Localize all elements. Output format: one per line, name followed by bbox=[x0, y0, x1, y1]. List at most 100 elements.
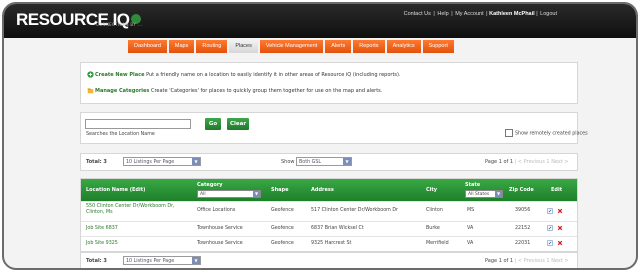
chevron-down-icon: ▼ bbox=[495, 191, 502, 197]
location-name-link[interactable]: 550 Clinton Center Dr/Workboom Dr, Clint… bbox=[86, 204, 175, 215]
shape-cell: Geofence bbox=[271, 241, 294, 246]
zip-cell: 22031 bbox=[515, 241, 531, 246]
state-cell: MS bbox=[467, 208, 475, 213]
tab-reports[interactable]: Reports bbox=[353, 40, 385, 53]
tab-places[interactable]: Places bbox=[229, 40, 258, 53]
zip-cell: 39056 bbox=[515, 208, 531, 213]
delete-icon[interactable] bbox=[557, 225, 563, 231]
delete-icon[interactable] bbox=[557, 240, 563, 246]
contact-us-link[interactable]: Contact Us bbox=[404, 11, 431, 17]
pagination: Page 1 of 1 | < Previous 1 Next > bbox=[485, 159, 569, 165]
clear-button[interactable]: Clear bbox=[227, 118, 249, 130]
city-cell: Clinton bbox=[426, 208, 443, 213]
state-cell: VA bbox=[467, 226, 474, 231]
bottom-list-toolbar: Total: 3 10 Listings Per Page ▼ Page 1 of… bbox=[80, 252, 578, 268]
per-page-select[interactable]: 10 Listings Per Page ▼ bbox=[123, 157, 201, 166]
col-zip-code[interactable]: Zip Code bbox=[509, 187, 534, 193]
zip-cell: 22152 bbox=[515, 226, 531, 231]
remote-places-toggle[interactable]: Show remotely created places bbox=[505, 129, 588, 137]
category-filter-select[interactable]: All ▼ bbox=[197, 190, 261, 198]
col-shape[interactable]: Shape bbox=[271, 187, 289, 193]
page-nav-links[interactable]: | < Previous 1 Next > bbox=[515, 258, 569, 264]
edit-icon[interactable] bbox=[547, 240, 553, 246]
col-edit: Edit bbox=[551, 187, 563, 193]
address-cell: 517 Clinton Center Dr/Workboom Dr bbox=[311, 208, 398, 213]
city-cell: Merrifield bbox=[426, 241, 449, 246]
col-location-name[interactable]: Location Name (Edit) bbox=[86, 187, 145, 193]
shape-cell: Geofence bbox=[271, 208, 294, 213]
logout-link[interactable]: Logout bbox=[540, 11, 557, 17]
manage-categories-link[interactable]: Manage Categories bbox=[95, 88, 149, 94]
create-place-description: Put a friendly name on a location to eas… bbox=[146, 72, 401, 78]
chevron-down-icon: ▼ bbox=[192, 257, 200, 264]
col-category[interactable]: Category bbox=[197, 182, 223, 188]
table-header: Location Name (Edit) Category All ▼ Shape… bbox=[81, 179, 577, 201]
per-page-value: 10 Listings Per Page bbox=[126, 259, 175, 264]
go-button[interactable]: Go bbox=[205, 118, 221, 130]
remote-places-label: Show remotely created places bbox=[515, 131, 588, 137]
col-city[interactable]: City bbox=[426, 187, 437, 193]
manage-categories-description: Create 'Categories' for places to quickl… bbox=[150, 88, 383, 94]
logo-tagline: CONNECTIONS BY ... bbox=[96, 22, 143, 27]
user-name: Kathleen McPhail bbox=[489, 11, 535, 17]
address-cell: 9325 Harcrest St bbox=[311, 241, 352, 246]
category-cell: Office Locations bbox=[197, 208, 236, 213]
top-header: RESOURCE IQ CONNECTIONS BY ... Contact U… bbox=[4, 4, 636, 38]
places-table: Location Name (Edit) Category All ▼ Shape… bbox=[80, 178, 578, 252]
search-caption: Searches the Location Name bbox=[86, 132, 155, 137]
state-cell: VA bbox=[467, 241, 474, 246]
category-cell: Townhouse Service bbox=[197, 226, 243, 231]
city-cell: Burke bbox=[426, 226, 440, 231]
main-nav: Dashboard Maps Routing Places Vehicle Ma… bbox=[128, 40, 454, 53]
my-account-link[interactable]: My Account bbox=[455, 11, 483, 17]
address-cell: 6837 Brian Wicksel Ct bbox=[311, 226, 364, 231]
add-place-icon bbox=[87, 71, 94, 78]
page-nav-links[interactable]: | < Previous 1 Next > bbox=[515, 159, 569, 165]
category-cell: Townhouse Service bbox=[197, 241, 243, 246]
tab-vehicle-management[interactable]: Vehicle Management bbox=[259, 40, 324, 53]
delete-icon[interactable] bbox=[557, 208, 563, 214]
per-page-select[interactable]: 10 Listings Per Page ▼ bbox=[123, 256, 201, 265]
tab-routing[interactable]: Routing bbox=[196, 40, 228, 53]
edit-icon[interactable] bbox=[547, 225, 553, 231]
user-links: Contact Us | Help | My Account | Kathlee… bbox=[403, 11, 557, 17]
state-filter-select[interactable]: All States ▼ bbox=[465, 190, 503, 198]
top-list-toolbar: Total: 3 10 Listings Per Page ▼ Show Both… bbox=[80, 153, 578, 171]
state-filter-value: All States bbox=[468, 192, 490, 197]
category-filter-value: All bbox=[200, 192, 206, 197]
chevron-down-icon: ▼ bbox=[253, 191, 260, 197]
remote-places-checkbox[interactable] bbox=[505, 129, 513, 137]
categories-icon bbox=[87, 88, 94, 94]
location-name-link[interactable]: Job Site 6837 bbox=[86, 226, 118, 231]
tab-support[interactable]: Support bbox=[422, 40, 454, 53]
table-row: Job Site 6837 Townhouse Service Geofence… bbox=[81, 221, 577, 236]
tab-analytics[interactable]: Analytics bbox=[386, 40, 421, 53]
per-page-value: 10 Listings Per Page bbox=[126, 160, 175, 165]
tab-dashboard[interactable]: Dashboard bbox=[128, 40, 167, 53]
page-indicator: Page 1 of 1 bbox=[485, 159, 514, 165]
table-row: Job Site 9325 Townhouse Service Geofence… bbox=[81, 236, 577, 251]
total-count: Total: 3 bbox=[86, 258, 107, 264]
help-link[interactable]: Help bbox=[437, 11, 448, 17]
create-new-place-link[interactable]: Create New Place bbox=[95, 72, 144, 78]
show-filter-select[interactable]: Both GSL ▼ bbox=[296, 157, 352, 166]
col-address[interactable]: Address bbox=[311, 187, 334, 193]
total-count: Total: 3 bbox=[86, 159, 107, 165]
manage-categories-row: Manage Categories Create 'Categories' fo… bbox=[87, 87, 382, 94]
show-label: Show bbox=[281, 159, 295, 165]
edit-icon[interactable] bbox=[547, 208, 553, 214]
resource-iq-logo[interactable]: RESOURCE IQ bbox=[16, 10, 141, 30]
search-panel: Go Clear Searches the Location Name Show… bbox=[80, 112, 588, 144]
app-window: RESOURCE IQ CONNECTIONS BY ... Contact U… bbox=[2, 2, 638, 270]
location-search-input[interactable] bbox=[85, 119, 191, 129]
shape-cell: Geofence bbox=[271, 226, 294, 231]
places-info-panel: Create New Place Put a friendly name on … bbox=[80, 62, 578, 104]
table-row: 550 Clinton Center Dr/Workboom Dr, Clint… bbox=[81, 201, 577, 221]
col-state[interactable]: State bbox=[465, 182, 480, 188]
show-filter-value: Both GSL bbox=[299, 160, 322, 165]
chevron-down-icon: ▼ bbox=[343, 158, 351, 165]
tab-maps[interactable]: Maps bbox=[168, 40, 195, 53]
location-name-link[interactable]: Job Site 9325 bbox=[86, 241, 118, 246]
pagination: Page 1 of 1 | < Previous 1 Next > bbox=[485, 258, 569, 264]
tab-alerts[interactable]: Alerts bbox=[325, 40, 352, 53]
